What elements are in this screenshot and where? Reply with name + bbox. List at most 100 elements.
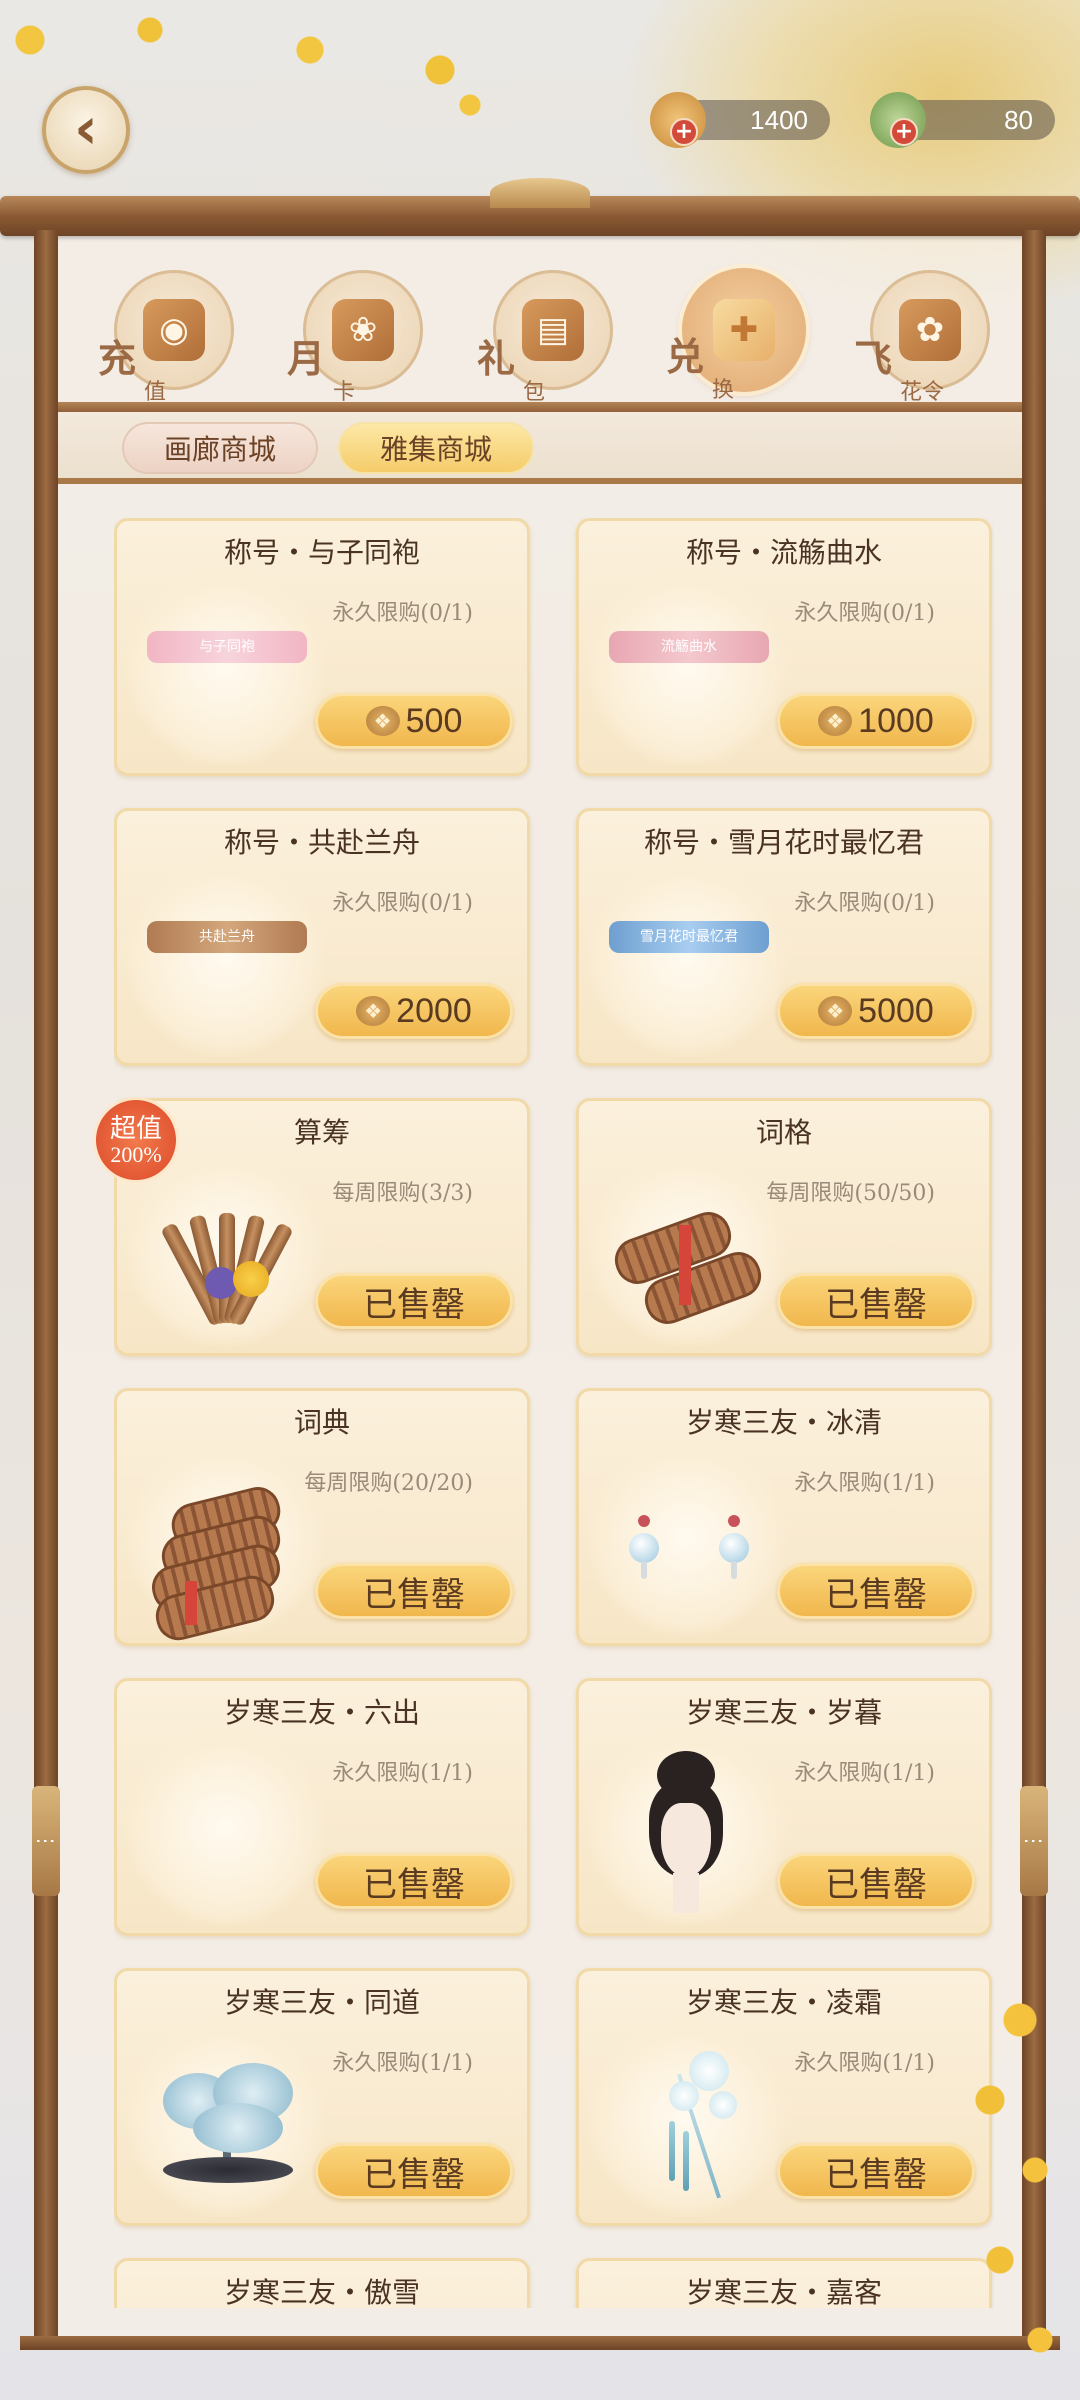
sold-out-label: 已售罄 (825, 1864, 927, 1905)
purchase-limit: 永久限购(1/1) (794, 2051, 935, 2076)
monthly-card-icon: ❀ (332, 299, 394, 361)
gift-pack-icon: ▤ (522, 299, 584, 361)
shop-item-card[interactable]: 流觞曲水 称号・流觞曲水永久限购(0/1) ❖ 1000 (576, 518, 992, 776)
purchase-limit: 永久限购(1/1) (794, 1471, 935, 1496)
category-label-sub: 换 (712, 378, 735, 403)
sold-out-button[interactable]: 已售罄 (315, 1273, 513, 1329)
recharge-icon: ◉ (143, 299, 205, 361)
coin-icon: ❖ (365, 706, 400, 736)
sub-tab-gallery-shop[interactable]: 画廊商城 (122, 422, 318, 474)
sold-out-label: 已售罄 (363, 1574, 465, 1615)
shop-item-card[interactable]: 岁寒三友・六出永久限购(1/1) 已售罄 (114, 1678, 530, 1936)
item-title: 岁寒三友・傲雪 (223, 2276, 420, 2308)
shop-item-card[interactable]: 词典每周限购(20/20) 已售罄 (114, 1388, 530, 1646)
item-price: 1000 (858, 701, 934, 740)
category-label: 飞 (854, 336, 893, 381)
purchase-limit: 永久限购(1/1) (332, 1761, 473, 1786)
category-tab-2[interactable]: ❀ 月卡 (287, 270, 423, 405)
leaf-amount: 80 (1004, 104, 1033, 135)
badge-line1: 超值 (109, 1114, 162, 1144)
back-button[interactable]: ‹ (42, 86, 130, 174)
category-tab-1[interactable]: ◉ 充值 (98, 270, 234, 405)
coin-amount: 1400 (750, 104, 808, 135)
add-coin-button[interactable]: + (670, 118, 698, 146)
blossom-decoration (940, 1900, 1080, 2400)
shop-item-card[interactable]: 雪月花时最忆君 称号・雪月花时最忆君 永久限购(0/1) ❖ 5000 (576, 808, 992, 1066)
sold-out-button[interactable]: 已售罄 (315, 2143, 513, 2199)
item-halo (587, 857, 787, 1057)
item-title: 岁寒三友・六出 (223, 1696, 420, 1729)
purchase-limit: 永久限购(0/1) (332, 601, 473, 626)
scroll-handle-right[interactable]: ⋮ (1020, 1786, 1048, 1896)
item-title: 岁寒三友・冰清 (685, 1406, 882, 1439)
sold-out-button[interactable]: 已售罄 (315, 1853, 513, 1909)
purchase-limit: 永久限购(0/1) (794, 601, 935, 626)
frame-top-beam (0, 178, 1080, 236)
item-halo (587, 567, 787, 767)
shop-item-card[interactable]: 词格 每周限购(50/50) 已售罄 (576, 1098, 992, 1356)
category-tab-5[interactable]: ✿ 飞花令 (854, 270, 990, 405)
shop-item-card[interactable]: 岁寒三友・冰清永久限购(1/1) 已售罄 (576, 1388, 992, 1646)
shop-item-card[interactable]: 岁寒三友・岁暮 永久限购(1/1) 已售罄 (576, 1678, 992, 1936)
category-tabs: ◉ 充值 ❀ 月卡 ▤ 礼包 ✚ 兑换 ✿ 飞花令 (58, 250, 1022, 410)
purchase-limit: 永久限购(0/1) (794, 891, 935, 916)
item-halo (125, 1727, 325, 1927)
purchase-limit: 永久限购(1/1) (332, 2051, 473, 2076)
category-label: 充 (98, 336, 137, 381)
sub-tabs: 画廊商城 雅集商城 (58, 412, 1022, 484)
sold-out-label: 已售罄 (825, 2154, 927, 2195)
scroll-handle-left[interactable]: ⋮ (32, 1786, 60, 1896)
title-banner-image: 与子同袍 (147, 631, 307, 663)
frame-pillar-left (34, 230, 58, 2340)
sold-out-button[interactable]: 已售罄 (315, 1563, 513, 1619)
item-title: 岁寒三友・嘉客 (685, 2276, 882, 2308)
frame-crest (490, 178, 590, 208)
badge-line2: 200% (110, 1142, 162, 1167)
shop-item-card[interactable]: 岁寒三友・凌霜永久限购(1/1) 已售罄 (576, 1968, 992, 2226)
counting-rods-image (155, 1213, 294, 1333)
item-price: 5000 (858, 991, 934, 1030)
buy-button[interactable]: ❖ 2000 (315, 983, 513, 1039)
hairstyle-image (641, 1751, 731, 1921)
item-title: 称号・与子同袍 (223, 536, 420, 569)
shop-item-card[interactable]: 算筹 每周限购(3/3) 已售罄 (114, 1098, 530, 1356)
item-title: 算筹 (293, 1116, 350, 1149)
item-price: 2000 (396, 991, 472, 1030)
item-price: 500 (405, 701, 463, 740)
sub-tab-gathering-shop[interactable]: 雅集商城 (338, 422, 534, 474)
item-grid: 与子同袍 称号・与子同袍 永久限购(0/1) ❖ 500 流觞曲水 称号・流觞曲水 永久限购(… (114, 518, 994, 2308)
sold-out-button[interactable]: 已售罄 (777, 1563, 975, 1619)
sold-out-button[interactable]: 已售罄 (777, 1273, 975, 1329)
bonsai-image (153, 2063, 303, 2203)
category-tab-3[interactable]: ▤ 礼包 (477, 270, 613, 405)
item-title: 词典 (293, 1406, 350, 1439)
currency-leaf: + 80 (870, 92, 1055, 148)
sold-out-label: 已售罄 (825, 1574, 927, 1615)
item-title: 称号・流觞曲水 (685, 536, 882, 569)
item-title: 称号・共赴兰舟 (223, 826, 420, 859)
back-arrow-icon: ‹ (74, 94, 98, 162)
earrings-image (619, 1487, 749, 1617)
shop-item-card[interactable]: 岁寒三友・嘉客 (576, 2258, 992, 2308)
purchase-limit: 永久限购(0/1) (332, 891, 473, 916)
item-title: 词格 (755, 1116, 812, 1149)
sold-out-label: 已售罄 (363, 1864, 465, 1905)
shop-item-card[interactable]: 共赴兰舟 称号・共赴兰舟 永久限购(0/1) ❖ 2000 (114, 808, 530, 1066)
buy-button[interactable]: ❖ 1000 (777, 693, 975, 749)
buy-button[interactable]: ❖ 5000 (777, 983, 975, 1039)
category-label: 月 (287, 336, 326, 381)
sold-out-label: 已售罄 (825, 1284, 927, 1325)
title-banner-image: 流觞曲水 (609, 631, 769, 663)
frame-bottom-beam (20, 2336, 1060, 2350)
category-tab-4[interactable]: ✚ 兑换 (666, 268, 806, 403)
purchase-limit: 每周限购(20/20) (304, 1471, 473, 1496)
add-leaf-button[interactable]: + (890, 118, 918, 146)
coin-icon: ❖ (818, 996, 853, 1026)
sold-out-label: 已售罄 (363, 1284, 465, 1325)
shop-item-card[interactable]: 岁寒三友・同道 永久限购(1/1) 已售罄 (114, 1968, 530, 2226)
coin-icon: ❖ (818, 706, 853, 736)
buy-button[interactable]: ❖ 500 (315, 693, 513, 749)
shop-item-card[interactable]: 岁寒三友・傲雪 (114, 2258, 530, 2308)
item-title: 岁寒三友・凌霜 (685, 1986, 882, 2019)
shop-item-card[interactable]: 与子同袍 称号・与子同袍永久限购(0/1) ❖ 500 (114, 518, 530, 776)
